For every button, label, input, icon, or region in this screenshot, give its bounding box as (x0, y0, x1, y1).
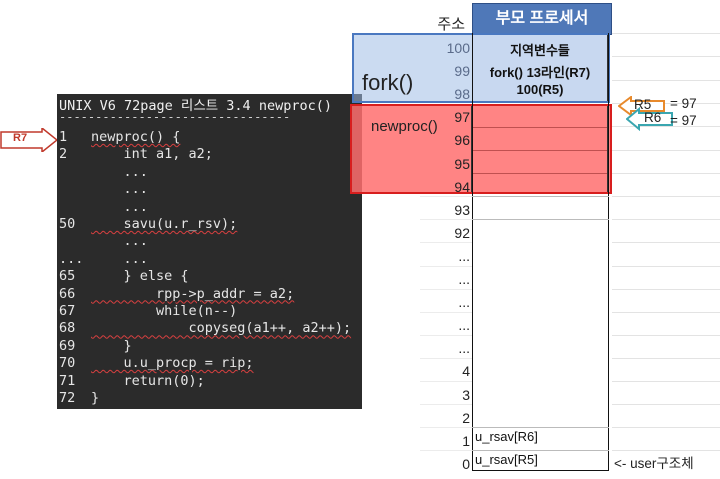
r6-label: R6 (644, 110, 662, 125)
code-line-text: ... (91, 163, 148, 180)
code-line-text: rpp->p_addr = a2; (91, 285, 295, 302)
cell-address-0: u_rsav[R5] (475, 452, 538, 467)
address-cell: 98 (454, 86, 470, 103)
address-header: 주소 (437, 16, 465, 33)
code-line-number: 65 (59, 268, 76, 285)
code-line-text: } else { (91, 268, 189, 285)
address-cell: ... (458, 247, 470, 264)
code-line-text: ... (91, 181, 148, 198)
address-cell: 4 (462, 363, 470, 380)
code-line-number: 50 (59, 216, 76, 232)
address-cell: 2 (462, 409, 470, 426)
code-line-text: return(0); (91, 372, 205, 389)
code-line-text: newproc() { (91, 129, 181, 145)
code-separator: -------------------------------- (59, 110, 291, 124)
code-line-number: 1 (59, 129, 68, 145)
code-line-number: ... (59, 250, 84, 267)
code-line-text: int a1, a2; (91, 146, 213, 163)
address-cell: ... (458, 294, 470, 311)
address-cell: 99 (454, 63, 470, 80)
code-line-text: } (91, 337, 132, 354)
address-cell: 100 (446, 40, 470, 56)
code-line-text: savu(u.r_rsv); (91, 216, 238, 232)
process-header: 부모 프로세서 (472, 3, 612, 35)
address-cell: 92 (454, 224, 470, 241)
code-line-text: ... (91, 233, 148, 250)
address-cell: ... (458, 271, 470, 287)
address-cell: 1 (462, 432, 470, 449)
code-line-text: ... (91, 250, 148, 267)
memory-column (472, 33, 609, 471)
code-line-number: 71 (59, 372, 76, 389)
code-line-text: copyseg(a1++, a2++); (91, 320, 352, 337)
r7-pointer: R7 (0, 128, 58, 152)
code-line-number: 2 (59, 146, 68, 163)
address-cell: 0 (462, 455, 470, 472)
code-line-text: ... (91, 198, 148, 215)
user-struct-note: <- user구조체 (614, 456, 694, 471)
address-cell: ... (458, 340, 470, 357)
code-line-number: 67 (59, 303, 76, 319)
code-line-text: while(n--) (91, 303, 238, 319)
r6-value: = 97 (670, 113, 697, 128)
code-line-number: 69 (59, 337, 76, 354)
address-cell: 3 (462, 386, 470, 403)
fork-label: fork() (362, 70, 414, 95)
address-cell: 94 (454, 178, 470, 195)
code-line-number: 68 (59, 320, 76, 337)
address-cell: 96 (454, 132, 470, 149)
cell-address-1: u_rsav[R6] (475, 429, 538, 444)
code-line-number: 70 (59, 355, 76, 372)
code-line-text: } (91, 390, 100, 406)
r6-pointer: R6 = 97 (626, 107, 720, 131)
r7-arrow-icon (0, 128, 58, 152)
address-cell: 93 (454, 201, 470, 218)
address-cell: 95 (454, 155, 470, 172)
code-line-number: 72 (59, 390, 76, 406)
address-cell: ... (458, 317, 470, 334)
code-line-number: 66 (59, 285, 76, 302)
code-line-text: u.u_procp = rip; (91, 355, 254, 372)
address-cell: 97 (454, 109, 470, 126)
r7-label: R7 (13, 132, 28, 144)
code-listing-panel: UNIX V6 72page 리스트 3.4 newproc() -------… (57, 94, 362, 409)
